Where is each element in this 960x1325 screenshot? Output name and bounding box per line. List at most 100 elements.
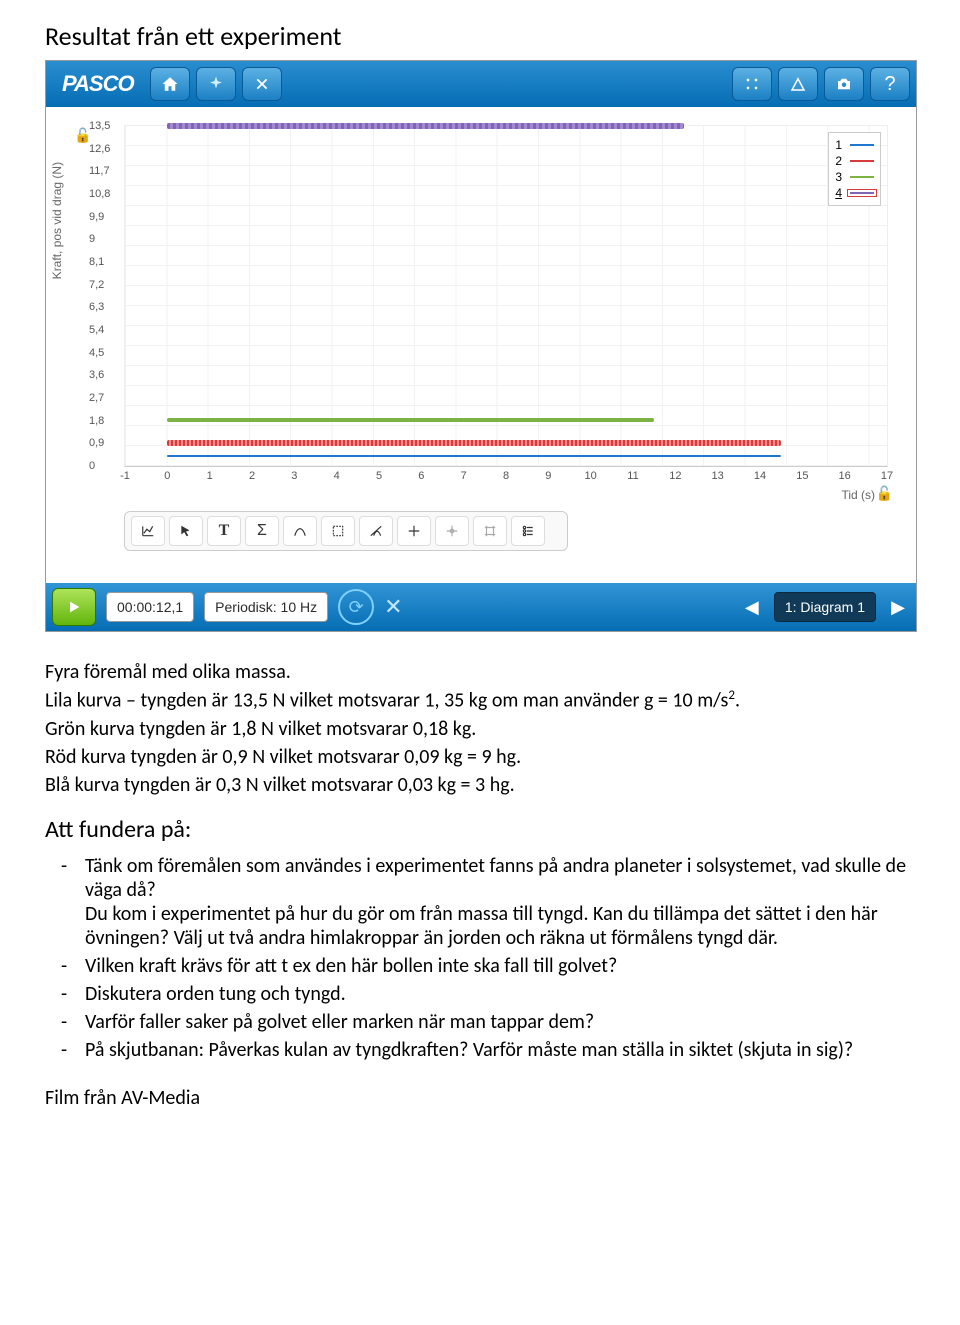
x-tick: 3	[291, 470, 297, 482]
x-tick: 11	[627, 470, 638, 482]
purple-line: Lila kurva – tyngden är 13,5 N vilket mo…	[45, 688, 915, 713]
graph-mode-tool[interactable]	[131, 516, 165, 546]
series-3[interactable]	[167, 418, 654, 422]
y-tick: 2,7	[89, 392, 104, 404]
close-button[interactable]	[242, 67, 282, 101]
y-tick: 8,1	[89, 256, 104, 268]
legend-item-1[interactable]: 1	[835, 137, 874, 153]
display-selector[interactable]: 1: Diagram 1	[774, 592, 876, 622]
chart-canvas[interactable]: 1 2 3 4 Tid (s) 🔓 00,91,82,73,64,55,46,3…	[124, 125, 888, 467]
home-icon	[161, 75, 179, 93]
chart-legend: 1 2 3 4	[828, 132, 881, 206]
page-title: Resultat från ett experiment	[45, 20, 915, 52]
y-tick: 0	[89, 460, 95, 472]
x-tick: -1	[120, 470, 130, 482]
next-display-button[interactable]: ▶	[886, 597, 910, 618]
x-tick: 16	[839, 470, 851, 482]
blue-line: Blå kurva tyngden är 0,3 N vilket motsva…	[45, 773, 915, 797]
question-icon: ?	[884, 73, 895, 96]
question-list: Tänk om föremålen som användes i experim…	[45, 852, 915, 1064]
x-tick: 15	[796, 470, 808, 482]
y-tick: 4,5	[89, 347, 104, 359]
series-1[interactable]	[167, 455, 781, 457]
y-tick: 5,4	[89, 324, 104, 336]
question-1: Tänk om föremålen som användes i experim…	[85, 852, 915, 952]
prev-display-button[interactable]: ◀	[740, 597, 764, 618]
play-icon	[66, 599, 82, 615]
legend-item-3[interactable]: 3	[835, 169, 874, 185]
x-tick: 4	[334, 470, 340, 482]
chart-area: 🔓 Kraft, pos vid drag (N) 1 2 3 4 Tid (s…	[46, 107, 916, 569]
rate-display[interactable]: Periodisk: 10 Hz	[204, 592, 328, 622]
y-tick: 12,6	[89, 143, 110, 155]
x-tick: 9	[545, 470, 551, 482]
x-tick: 5	[376, 470, 382, 482]
y-tick: 3,6	[89, 369, 104, 381]
x-tick: 6	[418, 470, 424, 482]
crosshair2-tool[interactable]	[435, 516, 469, 546]
fit-tool[interactable]	[283, 516, 317, 546]
dots-icon	[744, 76, 760, 92]
app-toolbar: PASCO ?	[46, 61, 916, 107]
wrench-button[interactable]: ✕	[384, 594, 402, 620]
help-button[interactable]: ?	[870, 67, 910, 101]
camera-icon	[835, 75, 853, 93]
y-tick: 6,3	[89, 301, 104, 313]
think-heading: Att fundera på:	[45, 815, 915, 844]
x-tick: 2	[249, 470, 255, 482]
camera-button[interactable]	[824, 67, 864, 101]
y-tick: 0,9	[89, 437, 104, 449]
x-tick: 12	[669, 470, 681, 482]
x-tick: 13	[712, 470, 724, 482]
green-line: Grön kurva tyngden är 1,8 N vilket motsv…	[45, 717, 915, 741]
x-tick: 14	[754, 470, 766, 482]
x-tick: 1	[207, 470, 213, 482]
axes-tool[interactable]	[473, 516, 507, 546]
select-tool[interactable]	[321, 516, 355, 546]
y-tick: 9,9	[89, 211, 104, 223]
y-tick: 11,7	[89, 165, 110, 177]
pasco-app-window: PASCO ? 🔓 Kraft, pos vid drag (N) 1	[45, 60, 917, 632]
series-4[interactable]	[167, 123, 683, 129]
sparkle-icon	[207, 75, 225, 93]
close-icon	[255, 77, 269, 91]
cursor-tool[interactable]	[169, 516, 203, 546]
legend-item-2[interactable]: 2	[835, 153, 874, 169]
sigma-tool[interactable]: Σ	[245, 516, 279, 546]
question-3: Diskutera orden tung och tyngd.	[85, 980, 915, 1008]
pasco-logo: PASCO	[52, 71, 144, 97]
y-tick: 7,2	[89, 279, 104, 291]
x-axis-label: Tid (s)	[841, 488, 875, 502]
text-tool[interactable]: T	[207, 516, 241, 546]
tangent-tool[interactable]	[359, 516, 393, 546]
lock-icon-x[interactable]: 🔓	[876, 485, 893, 502]
question-4: Varför faller saker på golvet eller mark…	[85, 1008, 915, 1036]
footer-note: Film från AV-Media	[45, 1086, 915, 1110]
y-tick: 9	[89, 233, 95, 245]
x-tick: 7	[461, 470, 467, 482]
x-tick: 8	[503, 470, 509, 482]
legend-item-4[interactable]: 4	[835, 185, 874, 201]
y-tick: 10,8	[89, 188, 110, 200]
play-button[interactable]	[52, 588, 96, 626]
home-button[interactable]	[150, 67, 190, 101]
ruler-button[interactable]	[778, 67, 818, 101]
display-button[interactable]	[732, 67, 772, 101]
intro-line: Fyra föremål med olika massa.	[45, 660, 915, 684]
y-axis-label: Kraft, pos vid drag (N)	[50, 162, 64, 279]
x-tick: 17	[881, 470, 893, 482]
question-5: På skjutbanan: Påverkas kulan av tyngdkr…	[85, 1036, 915, 1064]
x-tick: 10	[585, 470, 597, 482]
chart-tool-tray: T Σ	[124, 511, 568, 551]
question-2: Vilken kraft krävs för att t ex den här …	[85, 952, 915, 980]
x-tick: 0	[164, 470, 170, 482]
options-tool[interactable]	[511, 516, 545, 546]
playback-bar: 00:00:12,1 Periodisk: 10 Hz ⟳ ✕ ◀ 1: Dia…	[46, 583, 916, 631]
refresh-button[interactable]: ⟳	[338, 589, 374, 625]
time-display: 00:00:12,1	[106, 592, 194, 622]
settings-button[interactable]	[196, 67, 236, 101]
coord-tool[interactable]	[397, 516, 431, 546]
series-2[interactable]	[167, 440, 781, 446]
y-tick: 1,8	[89, 415, 104, 427]
y-tick: 13,5	[89, 120, 110, 132]
